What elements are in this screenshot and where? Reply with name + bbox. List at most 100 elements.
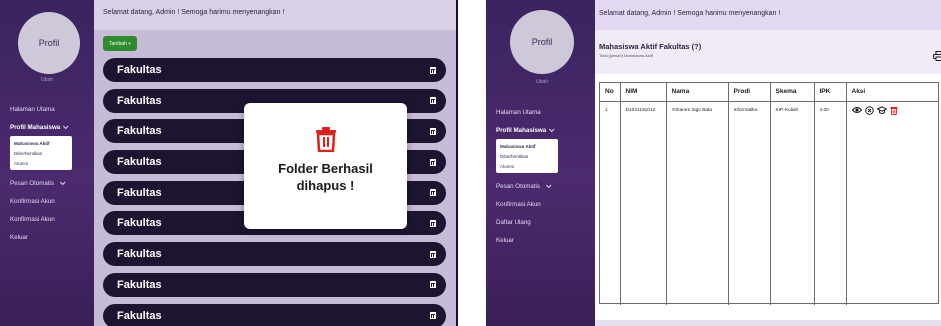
sidebar-item-konfirmasi-akun-2[interactable]: Konfirmasi Akun [10,210,94,228]
submenu-item-alumni[interactable]: Alumni [14,158,68,168]
folder-row[interactable]: Fakultas [103,58,446,82]
folder-row[interactable]: Fakultas [103,303,446,326]
trash-icon[interactable] [430,97,436,105]
trash-icon[interactable] [430,281,436,289]
folder-row[interactable]: Fakultas [103,242,446,267]
sidebar: Profil Ubah Halaman Utama Profil Mahasis… [486,0,595,326]
folder-label: Fakultas [117,217,162,230]
column-header: NIM [620,83,667,102]
sidebar-item-daftar-ulang[interactable]: Daftar Ulang [496,213,595,231]
column-header: No [600,83,621,102]
card-title: Mahasiswa Aktif Fakultas (?) [599,42,702,51]
student-card: Mahasiswa Aktif Fakultas (?) Total (juml… [595,30,941,326]
trash-icon[interactable] [430,158,436,166]
sidebar-item-pesan-otomatis[interactable]: Pesan Otomatis [10,174,94,192]
card-header: Mahasiswa Aktif Fakultas (?) Total (juml… [595,30,941,74]
submenu-item-diberhentikan[interactable]: Diberhentikan [14,148,68,158]
sidebar-item-pesan-otomatis[interactable]: Pesan Otomatis [496,177,595,195]
folder-label: Fakultas [117,309,162,322]
modal-message: Folder Berhasil dihapus ! [278,160,373,194]
table-cell: KIP-Kuliah [770,101,815,119]
submenu-item-mahasiswa-aktif[interactable]: Mahasiswa Aktif [500,141,554,151]
column-header: Prodi [728,83,771,102]
table-row: 1 D1041191012 Yohanes Sigo Bala Informat… [600,101,938,119]
empty-cell [846,119,938,305]
empty-cell [666,119,729,305]
trash-icon[interactable] [430,189,436,197]
submenu-item-diberhentikan[interactable]: Diberhentikan [500,151,554,161]
table-header-row: No NIM Nama Prodi Skema IPK Aksi [600,83,938,102]
chevron-down-icon [549,126,555,133]
sidebar-menu: Halaman Utama Profil Mahasiswa Mahasiswa… [10,100,94,246]
empty-cell [814,119,847,305]
trash-icon[interactable] [430,127,436,135]
table-cell: Informatika [728,101,771,119]
chevron-down-icon [545,182,552,189]
card-subtitle: Total (jumlah) Mahasiswa Aktif [599,53,653,58]
sidebar-item-halaman-utama[interactable]: Halaman Utama [496,103,595,121]
avatar-label: Profil [38,38,60,48]
trash-icon[interactable] [430,219,436,227]
sidebar-item-halaman-utama[interactable]: Halaman Utama [10,100,94,118]
avatar-edit-link[interactable]: Ubah [0,77,94,83]
avatar[interactable]: Profil [510,10,574,74]
sidebar-item-profil-mahasiswa[interactable]: Profil Mahasiswa [496,121,595,139]
folder-label: Fakultas [117,125,162,138]
welcome-header: Selamat datang, Admin ! Semoga harimu me… [94,0,456,30]
sidebar-item-keluar[interactable]: Keluar [10,228,94,246]
empty-cell [770,119,815,305]
sidebar-item-keluar[interactable]: Keluar [496,231,595,249]
sidebar-item-label: Profil Mahasiswa [496,126,547,134]
left-screen: Profil Ubah Halaman Utama Profil Mahasis… [0,0,458,326]
main-content: Selamat datang, Admin ! Semoga harimu me… [94,0,456,326]
chevron-down-icon [59,179,66,186]
avatar[interactable]: Profil [18,12,80,74]
table-cell: 4.00 [814,101,847,119]
action-icons [851,105,934,115]
graduation-cap-icon[interactable] [876,105,887,115]
sidebar-item-label: Pesan Otomatis [496,182,541,190]
folder-label: Fakultas [117,186,162,199]
column-header: Nama [666,83,729,102]
folder-row[interactable]: Fakultas [103,272,446,297]
submenu-profil-mahasiswa: Mahasiswa Aktif Diberhentikan Alumni [10,136,72,170]
sidebar-item-konfirmasi-akun[interactable]: Konfirmasi Akun [10,192,94,210]
folder-label: Fakultas [117,156,162,169]
chevron-down-icon [63,123,69,130]
right-screen: Profil Ubah Halaman Utama Profil Mahasis… [486,0,941,326]
eye-icon[interactable] [851,106,862,114]
print-icon[interactable] [933,51,941,61]
trash-icon[interactable] [890,106,898,115]
trash-icon[interactable] [430,250,436,258]
trash-icon[interactable] [430,66,436,74]
folder-label: Fakultas [117,64,162,76]
submenu-item-mahasiswa-aktif[interactable]: Mahasiswa Aktif [14,138,68,148]
empty-cell [728,119,771,305]
delete-success-modal: Folder Berhasil dihapus ! [244,103,407,229]
folder-label: Fakultas [117,248,162,261]
sidebar-item-profil-mahasiswa[interactable]: Profil Mahasiswa [10,118,94,136]
column-header: Aksi [846,83,938,102]
empty-cell [620,119,667,305]
trash-icon[interactable] [430,312,436,319]
table-empty-space [600,119,938,305]
column-header: Skema [770,83,815,102]
cancel-circle-icon[interactable] [864,105,874,115]
trash-icon [315,127,336,152]
column-header: IPK [814,83,847,102]
submenu-profil-mahasiswa: Mahasiswa Aktif Diberhentikan Alumni [496,139,558,173]
welcome-header: Selamat datang, Admin ! Semoga harimu me… [595,0,941,30]
sidebar-item-label: Pesan Otomatis [10,179,55,187]
student-table: No NIM Nama Prodi Skema IPK Aksi 1 D1041 [599,82,939,305]
sidebar-item-label: Profil Mahasiswa [10,123,61,131]
main-content: Selamat datang, Admin ! Semoga harimu me… [595,0,941,326]
submenu-item-alumni[interactable]: Alumni [500,161,554,171]
sidebar-item-konfirmasi-akun[interactable]: Konfirmasi Akun [496,195,595,213]
table-cell: 1 [600,101,621,119]
folder-label: Fakultas [117,278,162,291]
avatar-label: Profil [531,37,553,47]
footer-bar [595,320,941,326]
add-button[interactable]: Tambah + [103,36,138,51]
modal-message-line2: dihapus ! [296,178,355,193]
avatar-edit-link[interactable]: Ubah [486,79,598,85]
